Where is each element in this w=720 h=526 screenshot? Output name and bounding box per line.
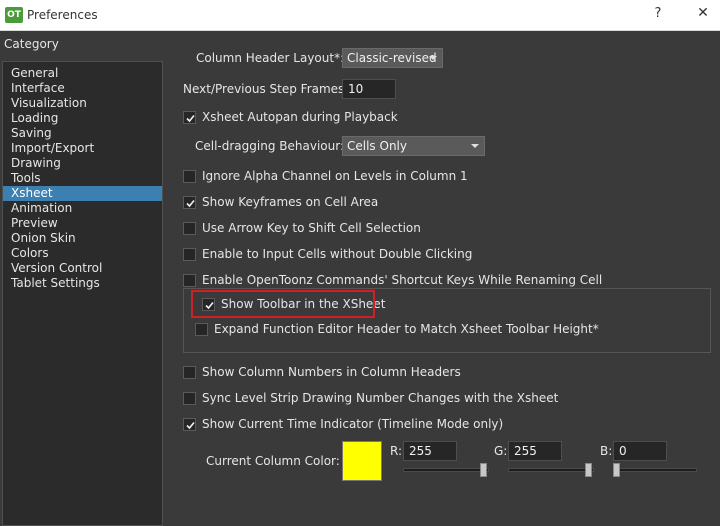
input-cells-checkbox[interactable]	[183, 248, 196, 261]
red-channel-label: R:	[390, 444, 403, 458]
cell-dragging-dropdown[interactable]: Cells Only	[342, 136, 485, 156]
ignore-alpha-label: Ignore Alpha Channel on Levels in Column…	[202, 169, 468, 183]
green-channel-input[interactable]: 255	[508, 441, 562, 461]
step-frames-input[interactable]: 10	[342, 79, 396, 99]
category-item-visualization[interactable]: Visualization	[3, 96, 162, 111]
autopan-label: Xsheet Autopan during Playback	[202, 110, 398, 124]
category-item-saving[interactable]: Saving	[3, 126, 162, 141]
column-header-layout-dropdown[interactable]: Classic-revised	[342, 48, 443, 68]
green-channel-slider[interactable]	[508, 468, 594, 472]
title-bar: OT Preferences ? ✕	[0, 0, 720, 31]
category-item-loading[interactable]: Loading	[3, 111, 162, 126]
category-header: Category	[4, 37, 59, 51]
blue-channel-slider[interactable]	[613, 468, 697, 472]
column-header-layout-label: Column Header Layout*:	[196, 51, 345, 65]
category-item-tablet-settings[interactable]: Tablet Settings	[3, 276, 162, 291]
category-item-import-export[interactable]: Import/Export	[3, 141, 162, 156]
current-column-color-label: Current Column Color:	[206, 454, 340, 468]
category-item-general[interactable]: General	[3, 66, 162, 81]
help-button[interactable]: ?	[650, 6, 666, 24]
category-item-drawing[interactable]: Drawing	[3, 156, 162, 171]
blue-channel-label: B:	[600, 444, 613, 458]
cell-dragging-value: Cells Only	[347, 139, 407, 153]
cell-dragging-label: Cell-dragging Behaviour:	[195, 139, 344, 153]
red-channel-slider-handle[interactable]	[480, 463, 487, 477]
column-numbers-checkbox[interactable]	[183, 366, 196, 379]
opentoonz-logo-icon: OT	[5, 7, 23, 23]
red-channel-input[interactable]: 255	[403, 441, 457, 461]
arrow-key-shift-checkbox[interactable]	[183, 222, 196, 235]
highlight-box	[191, 290, 375, 318]
blue-channel-input[interactable]: 0	[613, 441, 667, 461]
category-item-xsheet[interactable]: Xsheet	[3, 186, 162, 201]
current-time-indicator-checkbox[interactable]	[183, 418, 196, 431]
category-item-interface[interactable]: Interface	[3, 81, 162, 96]
shortcut-keys-label: Enable OpenToonz Commands' Shortcut Keys…	[202, 273, 603, 287]
category-item-version-control[interactable]: Version Control	[3, 261, 162, 276]
ignore-alpha-checkbox[interactable]	[183, 170, 196, 183]
green-channel-label: G:	[494, 444, 508, 458]
green-channel-slider-handle[interactable]	[585, 463, 592, 477]
category-item-tools[interactable]: Tools	[3, 171, 162, 186]
step-frames-label: Next/Previous Step Frames:	[183, 82, 349, 96]
arrow-key-shift-label: Use Arrow Key to Shift Cell Selection	[202, 221, 421, 235]
expand-function-editor-checkbox[interactable]	[195, 323, 208, 336]
chevron-down-icon	[429, 56, 437, 60]
show-keyframes-label: Show Keyframes on Cell Area	[202, 195, 379, 209]
show-keyframes-checkbox[interactable]	[183, 196, 196, 209]
sync-level-strip-label: Sync Level Strip Drawing Number Changes …	[202, 391, 559, 405]
column-numbers-label: Show Column Numbers in Column Headers	[202, 365, 461, 379]
category-item-colors[interactable]: Colors	[3, 246, 162, 261]
shortcut-keys-checkbox[interactable]	[183, 274, 196, 287]
input-cells-label: Enable to Input Cells without Double Cli…	[202, 247, 473, 261]
autopan-checkbox[interactable]	[183, 111, 196, 124]
red-channel-slider[interactable]	[403, 468, 489, 472]
category-list[interactable]: General Interface Visualization Loading …	[2, 61, 163, 526]
current-column-color-swatch[interactable]	[342, 441, 382, 481]
category-item-preview[interactable]: Preview	[3, 216, 162, 231]
category-item-animation[interactable]: Animation	[3, 201, 162, 216]
current-time-indicator-label: Show Current Time Indicator (Timeline Mo…	[202, 417, 504, 431]
chevron-down-icon	[471, 144, 479, 148]
expand-function-editor-label: Expand Function Editor Header to Match X…	[214, 322, 599, 336]
column-header-layout-value: Classic-revised	[347, 51, 437, 65]
blue-channel-slider-handle[interactable]	[613, 463, 620, 477]
window-title: Preferences	[27, 8, 98, 22]
close-button[interactable]: ✕	[695, 5, 711, 23]
sync-level-strip-checkbox[interactable]	[183, 392, 196, 405]
category-item-onion-skin[interactable]: Onion Skin	[3, 231, 162, 246]
